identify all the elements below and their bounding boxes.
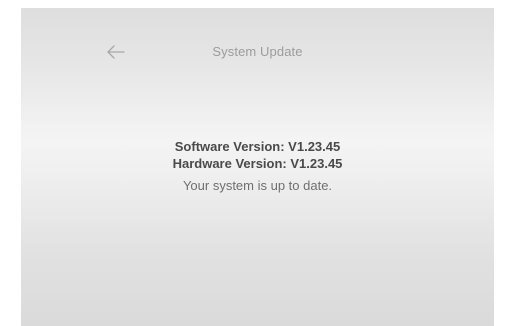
version-info: Software Version: V1.23.45 Hardware Vers… (21, 138, 494, 194)
hardware-version-text: Hardware Version: V1.23.45 (172, 156, 343, 171)
system-update-screen: System Update Software Version: V1.23.45… (21, 8, 494, 326)
software-version-text: Software Version: V1.23.45 (174, 139, 341, 154)
device-frame: System Update Software Version: V1.23.45… (0, 0, 515, 326)
update-status-text: Your system is up to date. (182, 178, 333, 193)
page-title: System Update (212, 44, 303, 59)
